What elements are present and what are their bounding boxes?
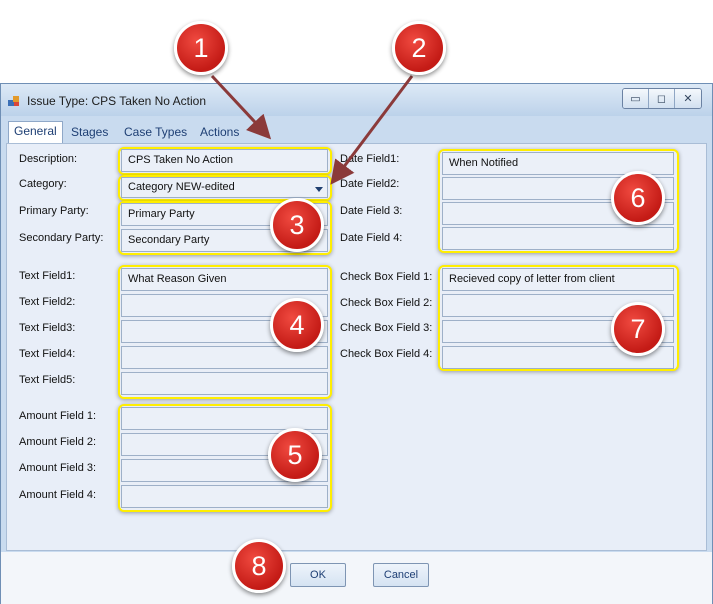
- callout-8: 8: [232, 539, 286, 593]
- arrow-to-actions-tab: [210, 74, 272, 140]
- callout-3: 3: [270, 198, 324, 252]
- callout-7: 7: [611, 302, 665, 356]
- arrow-to-category: [330, 75, 414, 185]
- callout-2: 2: [392, 21, 446, 75]
- callout-1: 1: [174, 21, 228, 75]
- callout-5: 5: [268, 428, 322, 482]
- callout-6: 6: [611, 171, 665, 225]
- callout-4: 4: [270, 298, 324, 352]
- annotation-arrows: [210, 74, 414, 185]
